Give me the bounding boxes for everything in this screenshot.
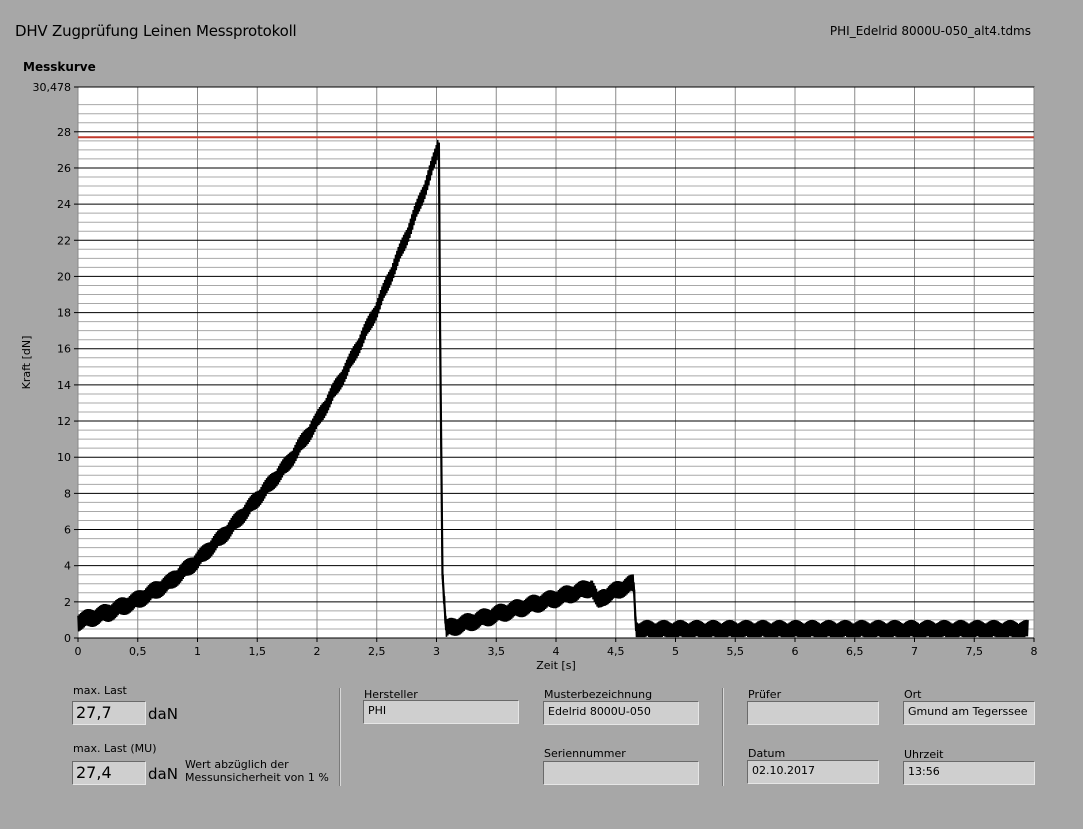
x-tick-label: 5 <box>672 645 679 658</box>
uhrzeit-field: 13:56 <box>903 761 1035 785</box>
pruefer-label: Prüfer <box>748 688 782 701</box>
x-tick-label: 1,5 <box>249 645 267 658</box>
mu-note: Wert abzüglich der Messunsicherheit von … <box>185 758 329 784</box>
force-time-chart: 024681012141618202224262830,4780 0,5 1 1,5 2… <box>20 81 1038 672</box>
x-tick-label: 1 <box>194 645 201 658</box>
y-tick-label: 16 <box>57 343 71 356</box>
pruefer-field <box>747 701 879 725</box>
max-last-unit: daN <box>148 705 178 723</box>
x-tick-label: 7 <box>911 645 918 658</box>
y-tick-label: 20 <box>57 270 71 283</box>
y-tick-label: 14 <box>57 379 71 392</box>
y-tick-label: 24 <box>57 198 71 211</box>
max-last-mu-field: 27,4 <box>72 761 146 785</box>
x-tick-label: 4,5 <box>607 645 625 658</box>
muster-field: Edelrid 8000U-050 <box>543 701 699 725</box>
x-tick-label: 3 <box>433 645 440 658</box>
datum-field: 02.10.2017 <box>747 760 879 784</box>
divider <box>722 688 724 786</box>
muster-label: Musterbezeichnung <box>544 688 653 701</box>
y-axis-label: Kraft [dN] <box>20 336 33 390</box>
x-tick-label: 5,5 <box>727 645 745 658</box>
x-axis-label: Zeit [s] <box>536 659 575 672</box>
x-tick-label: 2,5 <box>368 645 386 658</box>
y-tick-label: 18 <box>57 307 71 320</box>
hersteller-field: PHI <box>363 700 519 724</box>
y-tick-label: 2 <box>64 596 71 609</box>
ort-label: Ort <box>904 688 922 701</box>
x-tick-label: 3,5 <box>488 645 506 658</box>
x-tick-label: 6 <box>792 645 799 658</box>
x-tick-label: 2 <box>314 645 321 658</box>
y-tick-label: 30,478 <box>33 81 72 94</box>
mu-note-line1: Wert abzüglich der <box>185 758 289 771</box>
serien-label: Seriennummer <box>544 747 626 760</box>
y-tick-label: 8 <box>64 487 71 500</box>
x-tick-label: 4 <box>553 645 560 658</box>
serien-field <box>543 761 699 785</box>
x-tick-label: 0 <box>75 645 82 658</box>
y-tick-label: 28 <box>57 126 71 139</box>
x-tick-label: 8 <box>1031 645 1038 658</box>
max-last-mu-unit: daN <box>148 765 178 783</box>
max-last-mu-label: max. Last (MU) <box>73 742 157 755</box>
max-last-label: max. Last <box>73 684 127 697</box>
y-tick-label: 26 <box>57 162 71 175</box>
mu-note-line2: Messunsicherheit von 1 % <box>185 771 329 784</box>
x-tick-label: 6,5 <box>846 645 864 658</box>
x-tick-label: 0,5 <box>129 645 147 658</box>
y-tick-label: 4 <box>64 560 71 573</box>
y-tick-label: 0 <box>64 632 71 645</box>
uhrzeit-label: Uhrzeit <box>904 748 944 761</box>
y-tick-label: 12 <box>57 415 71 428</box>
x-tick-label: 7,5 <box>966 645 984 658</box>
y-tick-label: 6 <box>64 524 71 537</box>
max-last-field: 27,7 <box>72 701 146 725</box>
divider <box>339 688 341 786</box>
ort-field: Gmund am Tegerssee <box>903 701 1035 725</box>
datum-label: Datum <box>748 747 786 760</box>
y-tick-label: 10 <box>57 451 71 464</box>
y-tick-label: 22 <box>57 234 71 247</box>
